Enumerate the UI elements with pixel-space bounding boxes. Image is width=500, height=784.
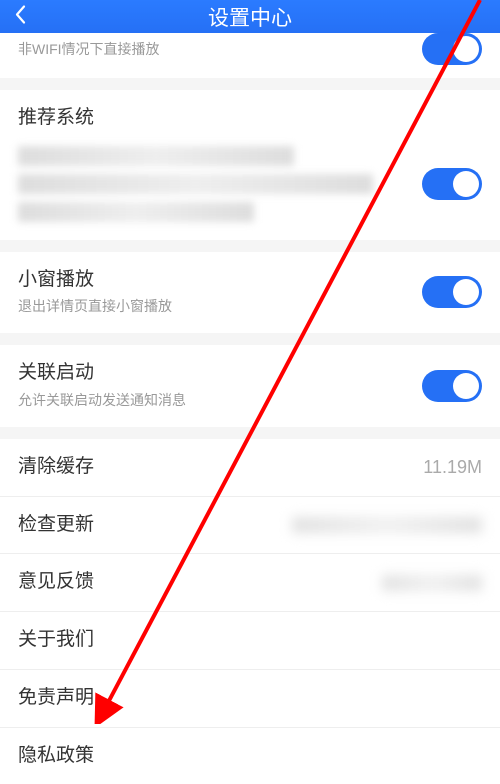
- setting-label: 检查更新: [18, 513, 292, 538]
- gap: [0, 240, 500, 252]
- setting-label: 小窗播放: [18, 268, 422, 293]
- setting-recommend-system[interactable]: 推荐系统: [0, 90, 500, 136]
- setting-mini-window[interactable]: 小窗播放 退出详情页直接小窗播放: [0, 252, 500, 334]
- setting-label: 清除缓存: [18, 455, 423, 480]
- toggle-switch[interactable]: [422, 276, 482, 308]
- setting-privacy[interactable]: 隐私政策: [0, 728, 500, 784]
- toggle-switch[interactable]: [422, 33, 482, 65]
- setting-label: 意见反馈: [18, 570, 382, 595]
- setting-label: 非WIFI情况下直接播放: [18, 40, 422, 58]
- page-title: 设置中心: [208, 2, 292, 32]
- setting-sublabel: 允许关联启动发送通知消息: [18, 390, 422, 410]
- toggle-switch[interactable]: [422, 370, 482, 402]
- setting-label: 关于我们: [18, 628, 482, 653]
- setting-assoc-launch[interactable]: 关联启动 允许关联启动发送通知消息: [0, 345, 500, 427]
- header: 设置中心: [0, 0, 500, 33]
- gap: [0, 78, 500, 90]
- setting-label: 推荐系统: [18, 106, 482, 131]
- setting-about-us[interactable]: 关于我们: [0, 612, 500, 670]
- content: 非WIFI情况下直接播放 推荐系统 小窗播放 退出详情页直接小窗播放 关联启动: [0, 33, 500, 784]
- setting-check-update[interactable]: 检查更新: [0, 497, 500, 555]
- blurred-area: [0, 136, 500, 240]
- blurred-area: [382, 575, 482, 591]
- setting-clear-cache[interactable]: 清除缓存 11.19M: [0, 439, 500, 497]
- gap: [0, 427, 500, 439]
- setting-non-wifi-play[interactable]: 非WIFI情况下直接播放: [0, 33, 500, 78]
- setting-label: 免责声明: [18, 686, 482, 711]
- toggle-switch[interactable]: [422, 168, 482, 200]
- setting-feedback[interactable]: 意见反馈: [0, 554, 500, 612]
- setting-label: 隐私政策: [18, 744, 482, 769]
- cache-size-value: 11.19M: [423, 457, 482, 478]
- back-icon[interactable]: [14, 4, 26, 29]
- setting-label: 关联启动: [18, 361, 422, 386]
- setting-sublabel: 退出详情页直接小窗播放: [18, 296, 422, 316]
- gap: [0, 333, 500, 345]
- setting-disclaimer[interactable]: 免责声明: [0, 670, 500, 728]
- blurred-area: [292, 517, 482, 533]
